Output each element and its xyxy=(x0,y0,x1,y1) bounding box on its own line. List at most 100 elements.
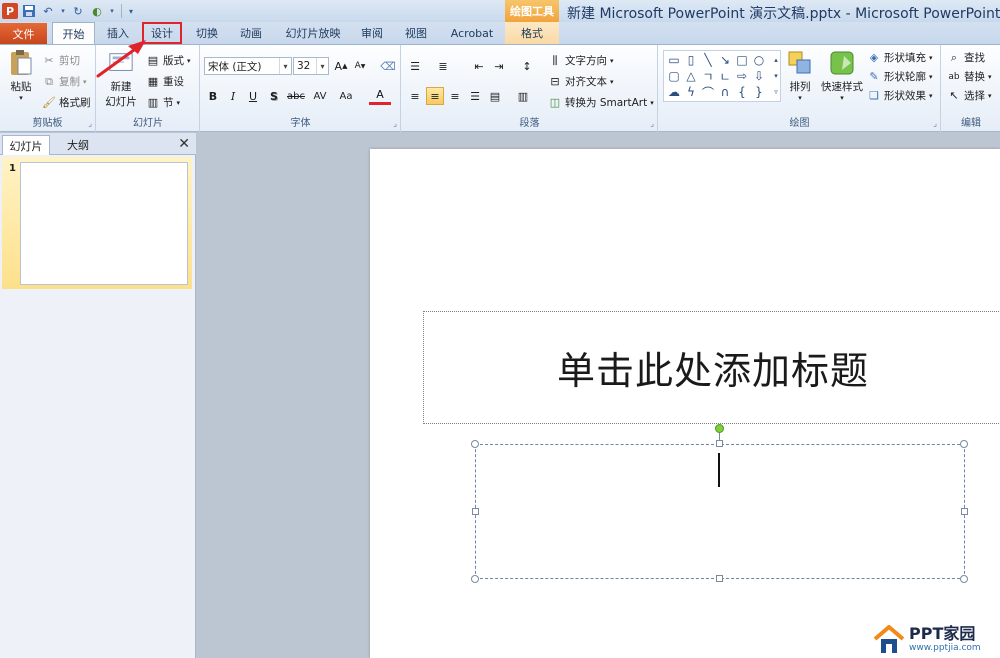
arrange-button[interactable]: 排列 ▾ xyxy=(783,49,817,102)
find-button[interactable]: ⌕ 查找 xyxy=(947,50,985,65)
font-launcher-icon[interactable]: ⌟ xyxy=(393,119,397,128)
strikethrough-button[interactable]: abc xyxy=(285,87,307,105)
shapes-gallery[interactable]: ▭ ▯ ╲ ↘ □ ○ ▢ △ ㄱ ㄴ ⇨ ⇩ ☁ ϟ ⌒ ∩ { } ▴ ▾ … xyxy=(663,50,781,102)
numbering-icon[interactable]: ≣ xyxy=(434,57,452,75)
line-spacing-icon[interactable]: ↕ xyxy=(518,57,536,75)
font-size-dropdown-icon[interactable]: ▾ xyxy=(316,58,328,74)
clear-formatting-icon[interactable]: ⌫ xyxy=(379,57,397,75)
tab-transitions[interactable]: 切换 xyxy=(187,22,227,44)
bullets-icon[interactable]: ☰ xyxy=(406,57,424,75)
format-painter-button[interactable]: 🖌 格式刷 xyxy=(42,95,90,110)
powerpoint-app-icon[interactable]: P xyxy=(2,3,18,19)
shape-effects-button[interactable]: ❏ 形状效果 ▾ xyxy=(867,88,932,103)
clipboard-launcher-icon[interactable]: ⌟ xyxy=(88,119,92,128)
tab-review[interactable]: 审阅 xyxy=(352,22,392,44)
elbow-connector-shape-icon[interactable]: ㄱ xyxy=(700,68,716,84)
tab-acrobat[interactable]: Acrobat xyxy=(443,22,501,44)
tab-design[interactable]: 设计 xyxy=(142,22,182,44)
align-left-icon[interactable]: ≡ xyxy=(406,87,424,105)
resize-handle-bottom-left[interactable] xyxy=(471,575,479,583)
right-arrow-shape-icon[interactable]: ⇨ xyxy=(734,68,750,84)
font-color-button[interactable]: A xyxy=(369,87,391,105)
resize-handle-bottom-right[interactable] xyxy=(960,575,968,583)
decrease-indent-icon[interactable]: ⇤ xyxy=(470,57,488,75)
arrow-line-shape-icon[interactable]: ↘ xyxy=(717,52,733,68)
qat-dropdown-icon[interactable]: ▾ xyxy=(108,3,116,19)
bold-button[interactable]: B xyxy=(204,87,222,105)
character-spacing-button[interactable]: AV xyxy=(309,87,331,105)
shape-outline-button[interactable]: ✎ 形状轮廓 ▾ xyxy=(867,69,932,84)
oval-shape-icon[interactable]: ○ xyxy=(751,52,767,68)
shrink-font-icon[interactable]: A ▼ xyxy=(351,57,369,75)
title-placeholder[interactable]: 单击此处添加标题 xyxy=(423,311,1000,424)
shadow-button[interactable]: S xyxy=(265,87,283,105)
undo-icon[interactable]: ↶ xyxy=(40,3,56,19)
slide-canvas[interactable]: 单击此处添加标题 xyxy=(370,149,1000,658)
copy-button[interactable]: ⧉ 复制 ▾ xyxy=(42,74,86,89)
underline-button[interactable]: U xyxy=(244,87,262,105)
redo-icon[interactable]: ↻ xyxy=(70,3,86,19)
right-brace-shape-icon[interactable]: } xyxy=(751,84,767,100)
elbow-arrow-shape-icon[interactable]: ㄴ xyxy=(717,68,733,84)
resize-handle-left[interactable] xyxy=(472,508,479,515)
shape-fill-button[interactable]: ◈ 形状填充 ▾ xyxy=(867,50,933,65)
left-brace-shape-icon[interactable]: { xyxy=(734,84,750,100)
font-name-dropdown-icon[interactable]: ▾ xyxy=(279,58,291,74)
vertical-text-box-shape-icon[interactable]: ▯ xyxy=(683,52,699,68)
tab-file[interactable]: 文件 xyxy=(0,23,47,44)
slide-thumbnail-row[interactable]: 1 xyxy=(2,157,192,289)
font-name-combo[interactable]: 宋体 (正文) ▾ xyxy=(204,57,292,75)
curve-shape-icon[interactable]: ∩ xyxy=(717,84,733,100)
paste-button[interactable]: 粘贴 ▾ xyxy=(4,49,38,102)
change-case-button[interactable]: Aa xyxy=(335,87,357,105)
cloud-shape-icon[interactable]: ☁ xyxy=(666,84,682,100)
tab-format[interactable]: 格式 xyxy=(505,22,559,44)
close-icon[interactable]: ✕ xyxy=(178,136,190,152)
tab-animations[interactable]: 动画 xyxy=(230,22,272,44)
replace-button[interactable]: ab 替换 ▾ xyxy=(947,69,991,84)
tab-outline-panel[interactable]: 大纲 xyxy=(56,135,100,155)
new-slide-button[interactable]: 新建 幻灯片 xyxy=(100,49,142,109)
cut-button[interactable]: ✂ 剪切 xyxy=(42,53,80,68)
align-text-button[interactable]: ⊟ 对齐文本 ▾ xyxy=(548,74,613,89)
save-icon[interactable] xyxy=(21,3,37,19)
tab-home[interactable]: 开始 xyxy=(52,22,95,44)
subtitle-placeholder[interactable] xyxy=(475,444,965,579)
arc-shape-icon[interactable]: ⌒ xyxy=(700,84,716,100)
grow-font-icon[interactable]: A ▲ xyxy=(332,57,350,75)
increase-indent-icon[interactable]: ⇥ xyxy=(490,57,508,75)
tab-slides-panel[interactable]: 幻灯片 xyxy=(2,135,50,155)
resize-handle-right[interactable] xyxy=(961,508,968,515)
font-size-combo[interactable]: 32 ▾ xyxy=(293,57,329,75)
undo-dropdown-icon[interactable]: ▾ xyxy=(59,3,67,19)
triangle-shape-icon[interactable]: △ xyxy=(683,68,699,84)
align-right-icon[interactable]: ≡ xyxy=(446,87,464,105)
rotation-handle[interactable] xyxy=(715,424,724,433)
gallery-more-icon[interactable]: ▿ xyxy=(768,84,784,100)
section-button[interactable]: ▥ 节 ▾ xyxy=(146,95,180,110)
down-arrow-shape-icon[interactable]: ⇩ xyxy=(751,68,767,84)
rectangle-shape-icon[interactable]: □ xyxy=(734,52,750,68)
convert-smartart-button[interactable]: ◫ 转换为 SmartArt ▾ xyxy=(548,95,654,110)
select-button[interactable]: ↖ 选择 ▾ xyxy=(947,88,991,103)
rounded-rect-shape-icon[interactable]: ▢ xyxy=(666,68,682,84)
customize-qat-icon[interactable]: ▾ xyxy=(127,3,135,19)
tab-slideshow[interactable]: 幻灯片放映 xyxy=(278,22,348,44)
tab-insert[interactable]: 插入 xyxy=(98,22,138,44)
text-direction-button[interactable]: ⫼ 文字方向 ▾ xyxy=(548,53,613,68)
gallery-scroll-down-icon[interactable]: ▾ xyxy=(768,68,784,84)
resize-handle-top[interactable] xyxy=(716,440,723,447)
paragraph-launcher-icon[interactable]: ⌟ xyxy=(650,119,654,128)
distributed-icon[interactable]: ▤ xyxy=(486,87,504,105)
columns-icon[interactable]: ▥ xyxy=(514,87,532,105)
resize-handle-top-left[interactable] xyxy=(471,440,479,448)
line-shape-icon[interactable]: ╲ xyxy=(700,52,716,68)
tab-view[interactable]: 视图 xyxy=(396,22,436,44)
customize-icon[interactable]: ◐ xyxy=(89,3,105,19)
resize-handle-top-right[interactable] xyxy=(960,440,968,448)
quick-styles-button[interactable]: 快速样式 ▾ xyxy=(819,49,865,102)
layout-button[interactable]: ▤ 版式 ▾ xyxy=(146,53,191,68)
drawing-launcher-icon[interactable]: ⌟ xyxy=(933,119,937,128)
reset-button[interactable]: ▦ 重设 xyxy=(146,74,184,89)
italic-button[interactable]: I xyxy=(224,87,242,105)
